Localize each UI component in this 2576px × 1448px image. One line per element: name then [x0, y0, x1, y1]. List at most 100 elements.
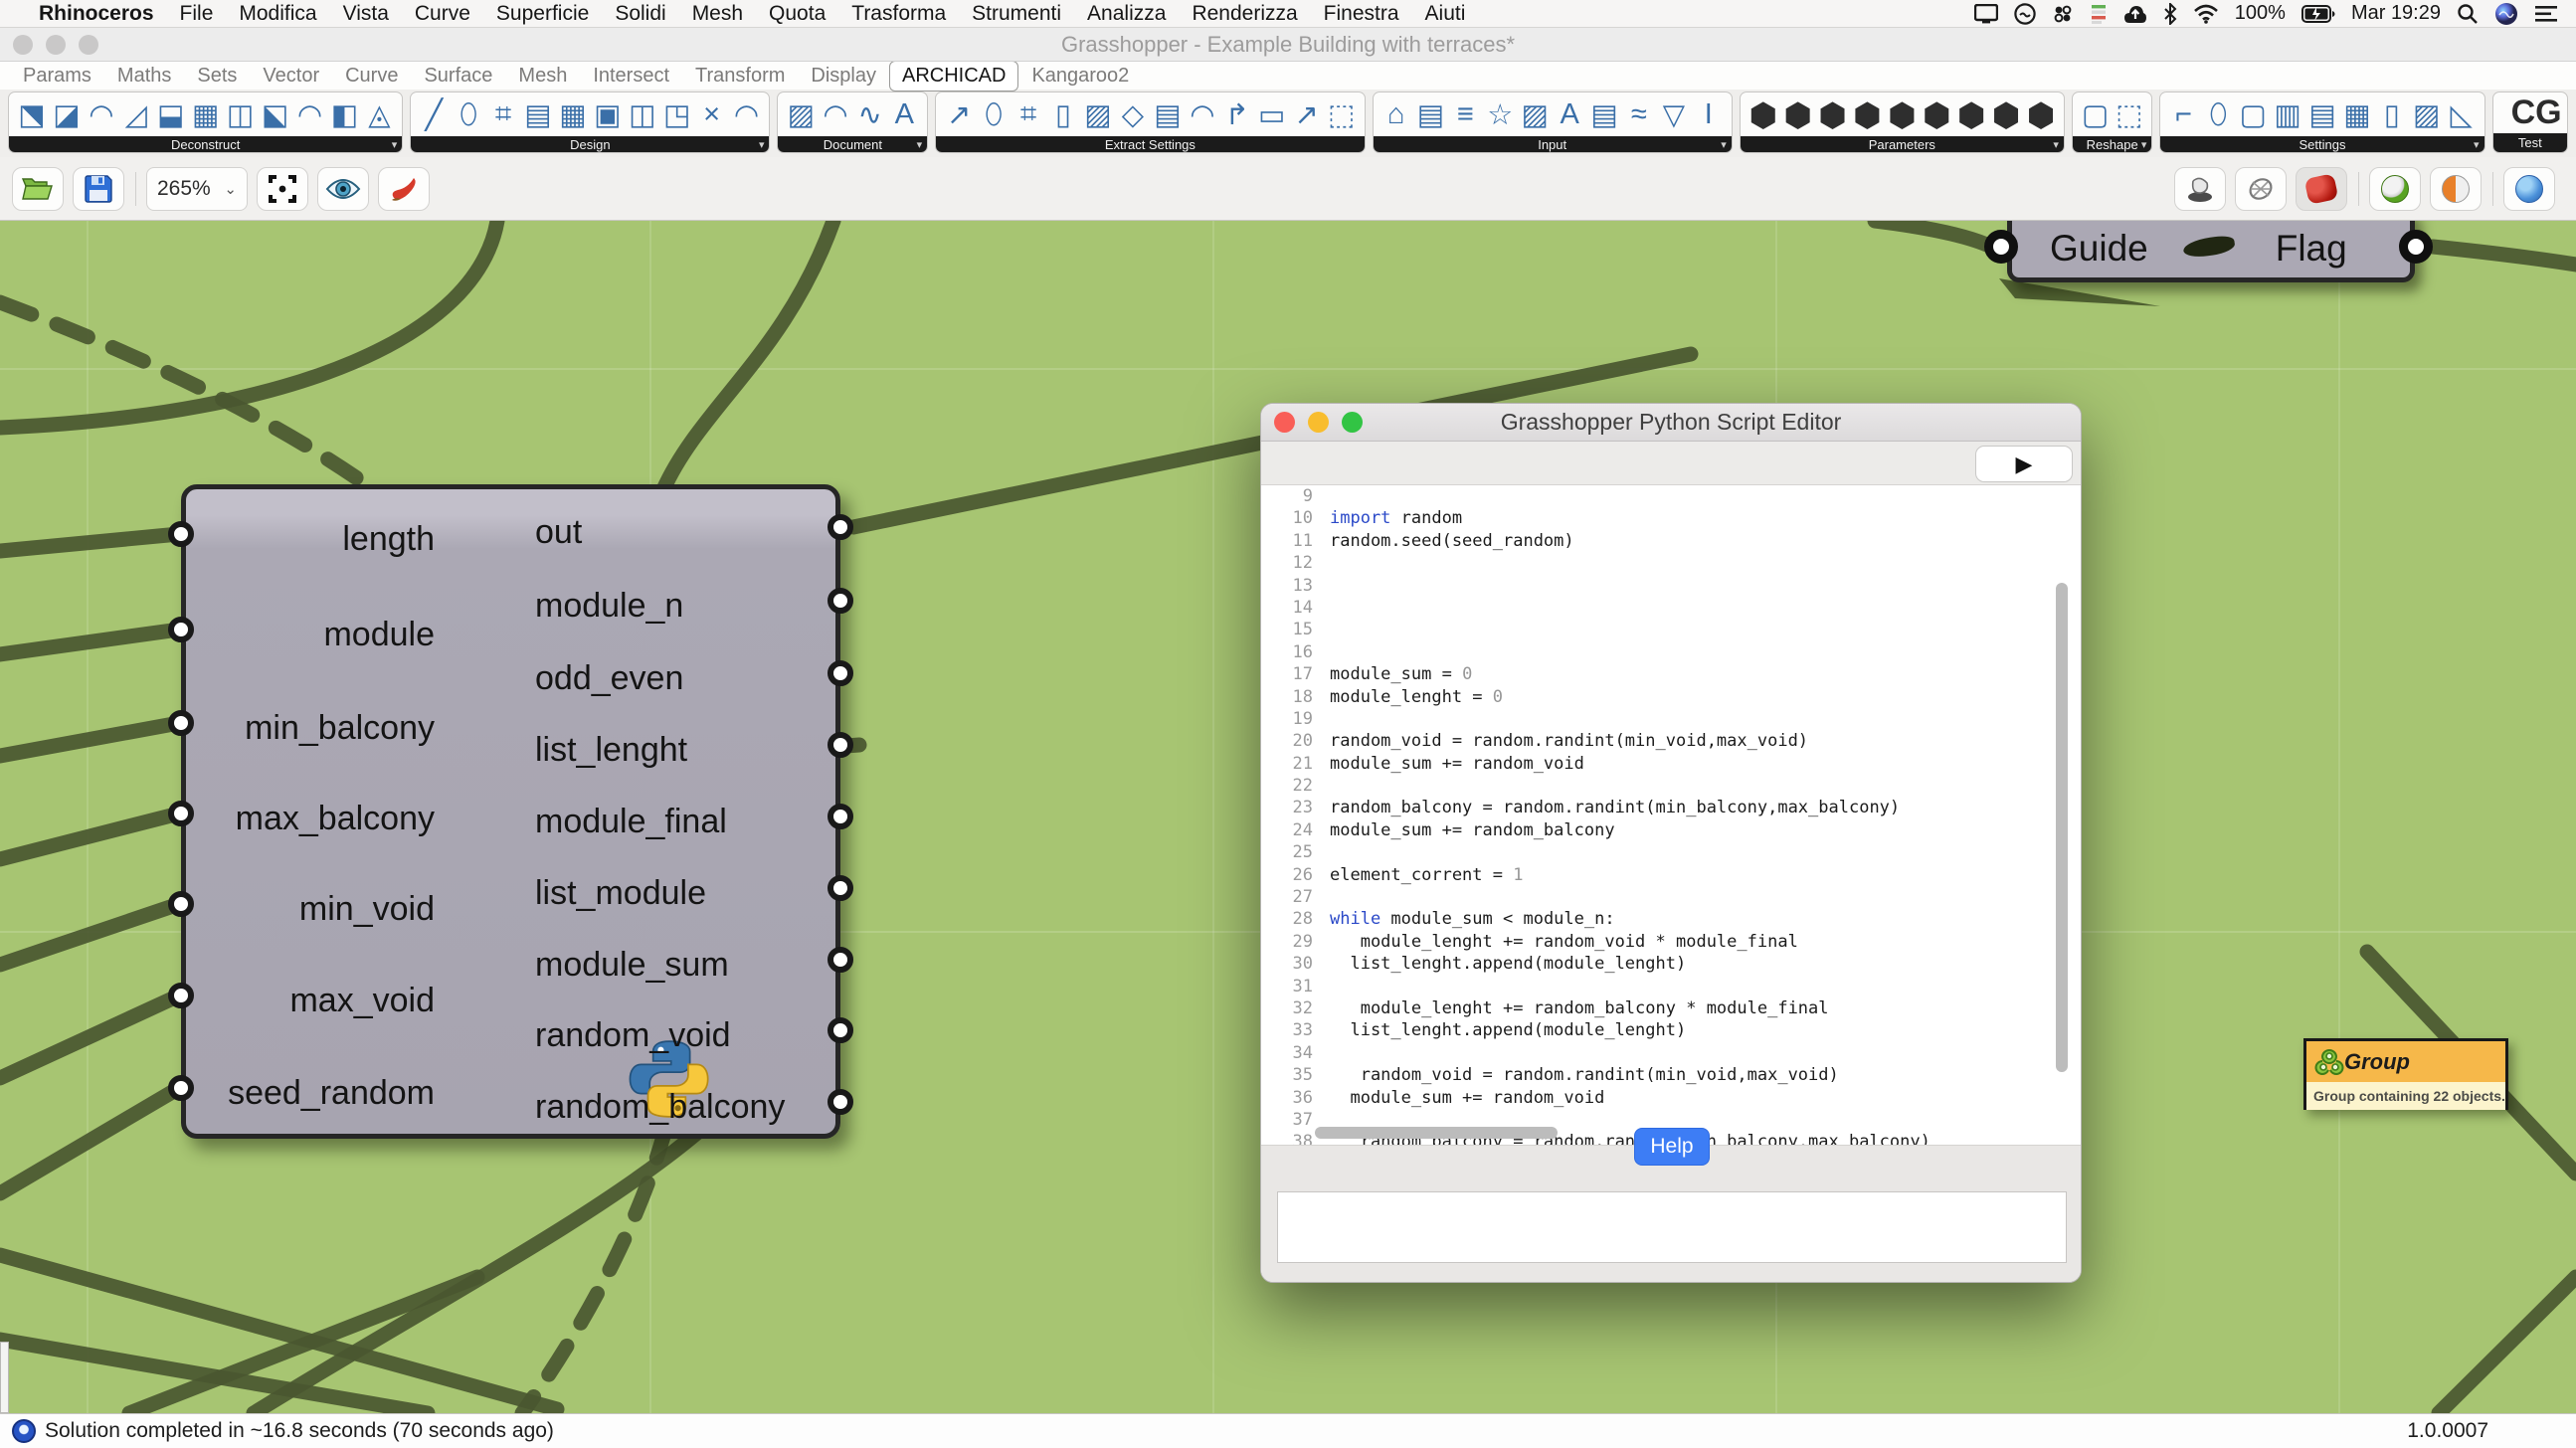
- app-grid-icon[interactable]: [2052, 3, 2074, 25]
- siri-icon[interactable]: [2494, 2, 2518, 26]
- zoom-extents-button[interactable]: [257, 167, 308, 211]
- python-script-component[interactable]: lengthmodulemin_balconymax_balconymin_vo…: [181, 484, 840, 1139]
- deconstruct-icon-6[interactable]: ▦: [189, 93, 223, 135]
- input-icon-1[interactable]: ⌂: [1380, 93, 1413, 135]
- parameters-icon-9[interactable]: ⬢: [2024, 93, 2058, 135]
- input-port-module[interactable]: [168, 617, 194, 642]
- menubar-clock[interactable]: Mar 19:29: [2351, 2, 2441, 25]
- tab-kangaroo2[interactable]: Kangaroo2: [1018, 63, 1142, 90]
- menu-trasforma[interactable]: Trasforma: [838, 2, 959, 26]
- preview-orange-button[interactable]: [2430, 167, 2482, 211]
- menu-mesh[interactable]: Mesh: [679, 2, 756, 26]
- vertical-scrollbar[interactable]: [2056, 583, 2068, 1072]
- menu-solidi[interactable]: Solidi: [602, 2, 678, 26]
- tab-maths[interactable]: Maths: [104, 63, 184, 90]
- input-icon-9[interactable]: ▽: [1657, 93, 1691, 135]
- menu-renderizza[interactable]: Renderizza: [1179, 2, 1310, 26]
- tab-curve[interactable]: Curve: [332, 63, 411, 90]
- extract-settings-icon-4[interactable]: ▯: [1046, 93, 1080, 135]
- settings-icon-3[interactable]: ▢: [2236, 93, 2270, 135]
- python-script-editor-window[interactable]: Grasshopper Python Script Editor ▶ 910im…: [1260, 403, 2082, 1283]
- task-list-icon[interactable]: [2090, 3, 2108, 25]
- group-expand-icon[interactable]: ▾: [2141, 138, 2147, 151]
- design-icon-9[interactable]: ×: [695, 93, 729, 135]
- extract-settings-icon-3[interactable]: ⌗: [1012, 93, 1045, 135]
- design-icon-3[interactable]: ⌗: [486, 93, 520, 135]
- group-expand-icon[interactable]: ▾: [392, 138, 398, 151]
- deconstruct-icon-3[interactable]: ◠: [85, 93, 118, 135]
- settings-icon-4[interactable]: ▥: [2271, 93, 2304, 135]
- menu-quota[interactable]: Quota: [756, 2, 838, 26]
- tab-surface[interactable]: Surface: [411, 63, 505, 90]
- input-port-seed_random[interactable]: [168, 1075, 194, 1101]
- menu-superficie[interactable]: Superficie: [483, 2, 602, 26]
- menu-aiuti[interactable]: Aiuti: [1412, 2, 1479, 26]
- extract-settings-icon-12[interactable]: ⬚: [1325, 93, 1359, 135]
- extract-settings-icon-1[interactable]: ↗: [942, 93, 976, 135]
- parameters-icon-2[interactable]: ⬢: [1781, 93, 1815, 135]
- menu-rhinoceros[interactable]: Rhinoceros: [26, 2, 167, 26]
- document-icon-3[interactable]: ∿: [853, 93, 887, 135]
- input-port-max_void[interactable]: [168, 983, 194, 1008]
- menu-strumenti[interactable]: Strumenti: [959, 2, 1074, 26]
- deconstruct-icon-11[interactable]: ◬: [362, 93, 396, 135]
- extract-settings-icon-8[interactable]: ◠: [1186, 93, 1219, 135]
- tab-vector[interactable]: Vector: [250, 63, 332, 90]
- flag-output-port[interactable]: [2399, 230, 2433, 264]
- display-icon[interactable]: [1974, 4, 1998, 24]
- parameters-icon-6[interactable]: ⬢: [1920, 93, 1953, 135]
- shaded-preview-button[interactable]: [2296, 167, 2347, 211]
- tab-display[interactable]: Display: [798, 63, 889, 90]
- group-expand-icon[interactable]: ▾: [2053, 138, 2059, 151]
- extract-settings-icon-5[interactable]: ▨: [1081, 93, 1115, 135]
- menu-vista[interactable]: Vista: [330, 2, 402, 26]
- tab-mesh[interactable]: Mesh: [505, 63, 580, 90]
- design-icon-10[interactable]: ◠: [730, 93, 764, 135]
- bluetooth-icon[interactable]: [2163, 3, 2177, 25]
- preview-toggle-button[interactable]: [317, 167, 369, 211]
- design-icon-1[interactable]: ╱: [417, 93, 451, 135]
- parameters-icon-1[interactable]: ⬢: [1747, 93, 1780, 135]
- deconstruct-icon-9[interactable]: ◠: [293, 93, 327, 135]
- guide-input-port[interactable]: [1984, 230, 2018, 264]
- tab-sets[interactable]: Sets: [184, 63, 250, 90]
- extract-settings-icon-9[interactable]: ↱: [1220, 93, 1254, 135]
- input-port-min_balcony[interactable]: [168, 710, 194, 736]
- reshape-icon-2[interactable]: ⬚: [2113, 93, 2145, 135]
- reshape-icon-1[interactable]: ▢: [2079, 93, 2112, 135]
- horizontal-scrollbar[interactable]: [1315, 1127, 1558, 1139]
- menu-curve[interactable]: Curve: [402, 2, 483, 26]
- design-icon-6[interactable]: ▣: [591, 93, 625, 135]
- deconstruct-icon-10[interactable]: ◧: [327, 93, 361, 135]
- parameters-icon-8[interactable]: ⬢: [1989, 93, 2023, 135]
- settings-icon-6[interactable]: ▦: [2340, 93, 2374, 135]
- design-icon-7[interactable]: ◫: [626, 93, 659, 135]
- output-port-module_n[interactable]: [828, 588, 853, 614]
- output-port-random_void[interactable]: [828, 1017, 853, 1043]
- editor-output-box[interactable]: [1277, 1191, 2067, 1263]
- wifi-icon[interactable]: [2193, 4, 2219, 24]
- wireframe-preview-button[interactable]: [2235, 167, 2287, 211]
- tab-intersect[interactable]: Intersect: [580, 63, 682, 90]
- run-script-button[interactable]: ▶: [1975, 446, 2073, 482]
- menu-modifica[interactable]: Modifica: [226, 2, 329, 26]
- input-icon-7[interactable]: ▤: [1587, 93, 1621, 135]
- parameters-icon-3[interactable]: ⬢: [1816, 93, 1850, 135]
- deconstruct-icon-4[interactable]: ◿: [119, 93, 153, 135]
- settings-icon-1[interactable]: ⌐: [2166, 93, 2200, 135]
- deconstruct-icon-2[interactable]: ◪: [50, 93, 84, 135]
- deconstruct-icon-8[interactable]: ⬕: [259, 93, 292, 135]
- save-file-button[interactable]: [73, 167, 124, 211]
- preview-green-button[interactable]: [2369, 167, 2421, 211]
- output-port-list_lenght[interactable]: [828, 732, 853, 758]
- settings-icon-9[interactable]: ◺: [2445, 93, 2479, 135]
- input-port-min_void[interactable]: [168, 891, 194, 917]
- deconstruct-icon-5[interactable]: ⬓: [154, 93, 188, 135]
- tab-params[interactable]: Params: [10, 63, 104, 90]
- zoom-level-select[interactable]: 265% ⌄: [146, 167, 248, 211]
- upload-cloud-icon[interactable]: [2123, 3, 2147, 25]
- output-port-module_sum[interactable]: [828, 947, 853, 973]
- settings-icon-7[interactable]: ▯: [2375, 93, 2409, 135]
- output-port-odd_even[interactable]: [828, 660, 853, 686]
- menu-analizza[interactable]: Analizza: [1074, 2, 1179, 26]
